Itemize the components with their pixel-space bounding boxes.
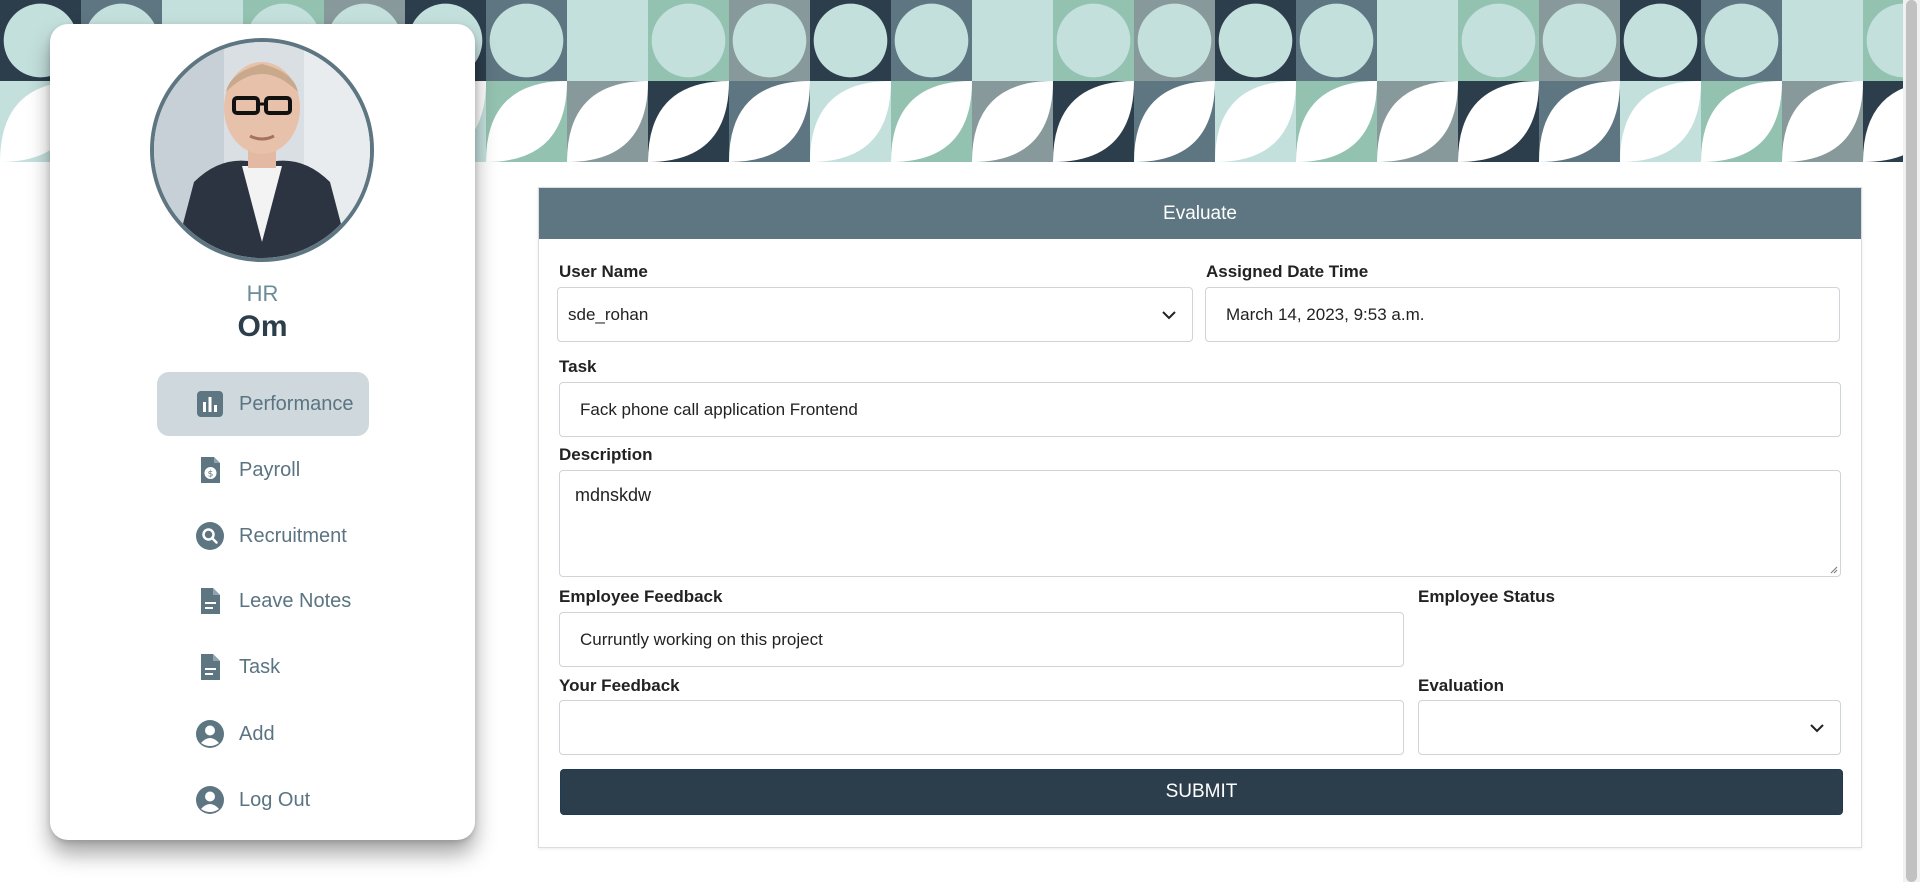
evaluation-label: Evaluation xyxy=(1418,676,1504,695)
chart-icon xyxy=(195,389,225,419)
document-icon xyxy=(195,652,225,682)
evaluate-panel: Evaluate User Name sde_rohan Assigned Da… xyxy=(538,187,1862,848)
sidebar-item-label: Performance xyxy=(239,392,354,415)
employee-feedback-label: Employee Feedback xyxy=(559,587,723,606)
sidebar-item-performance[interactable]: Performance xyxy=(157,372,369,436)
resize-grip-icon[interactable] xyxy=(1828,564,1838,574)
payroll-document-icon: $ xyxy=(195,455,225,485)
sidebar-item-label: Add xyxy=(239,722,275,745)
description-label: Description xyxy=(559,445,653,464)
chevron-down-icon xyxy=(1810,723,1824,732)
sidebar-item-label: Leave Notes xyxy=(239,589,352,612)
sidebar-item-leave-notes[interactable]: Leave Notes xyxy=(157,569,369,633)
sidebar-item-label: Payroll xyxy=(239,458,301,481)
svg-text:$: $ xyxy=(208,470,214,480)
page-scrollbar[interactable] xyxy=(1903,0,1920,882)
sidebar-item-label: Log Out xyxy=(239,788,311,811)
your-feedback-label: Your Feedback xyxy=(559,676,680,695)
description-value: mdnskdw xyxy=(575,485,652,505)
task-value: Fack phone call application Frontend xyxy=(580,399,858,419)
user-name-label: User Name xyxy=(559,262,648,281)
search-icon xyxy=(195,521,225,551)
sidebar-item-task[interactable]: Task xyxy=(157,635,369,699)
document-icon xyxy=(195,586,225,616)
task-field[interactable]: Fack phone call application Frontend xyxy=(559,382,1841,437)
assigned-date-time-field[interactable]: March 14, 2023, 9:53 a.m. xyxy=(1205,287,1840,342)
your-feedback-input[interactable] xyxy=(559,700,1404,755)
assigned-date-time-value: March 14, 2023, 9:53 a.m. xyxy=(1226,304,1425,324)
evaluation-select[interactable] xyxy=(1418,700,1841,755)
sidebar-item-log-out[interactable]: Log Out xyxy=(157,768,369,832)
user-name: Om xyxy=(237,310,288,343)
sidebar-item-label: Recruitment xyxy=(239,524,347,547)
task-label: Task xyxy=(559,357,597,376)
scrollbar-thumb[interactable] xyxy=(1906,0,1917,882)
user-circle-icon xyxy=(195,785,225,815)
sidebar-item-label: Task xyxy=(239,655,281,678)
employee-status-label: Employee Status xyxy=(1418,587,1555,606)
sidebar: HR Om Performance $ Payroll Recruitment Leav… xyxy=(50,24,475,840)
sidebar-item-recruitment[interactable]: Recruitment xyxy=(157,504,369,568)
user-role: HR xyxy=(246,281,279,306)
user-name-select[interactable]: sde_rohan xyxy=(557,287,1193,342)
user-name-select-value: sde_rohan xyxy=(568,304,649,324)
assigned-date-time-label: Assigned Date Time xyxy=(1206,262,1369,281)
employee-feedback-value: Curruntly working on this project xyxy=(580,629,823,649)
user-circle-icon xyxy=(195,719,225,749)
sidebar-item-payroll[interactable]: $ Payroll xyxy=(157,438,369,502)
employee-feedback-field[interactable]: Curruntly working on this project xyxy=(559,612,1404,667)
panel-title: Evaluate xyxy=(539,188,1861,239)
submit-button[interactable]: SUBMIT xyxy=(560,769,1843,815)
sidebar-item-add[interactable]: Add xyxy=(157,702,369,766)
avatar xyxy=(150,38,374,262)
description-textarea[interactable]: mdnskdw xyxy=(559,470,1841,577)
chevron-down-icon xyxy=(1162,310,1176,319)
